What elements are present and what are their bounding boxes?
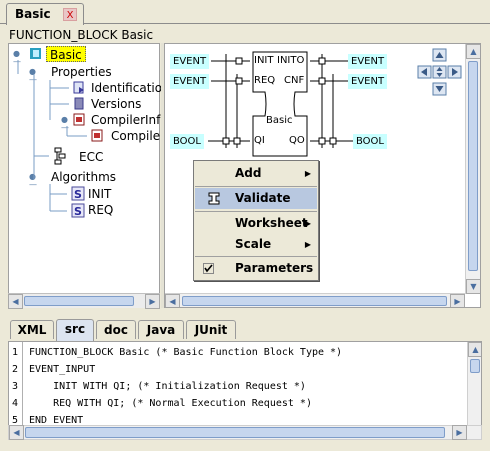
- line-number: 4: [12, 398, 19, 409]
- diagram-scroll-thumb-h[interactable]: [182, 296, 447, 306]
- port-req[interactable]: REQ: [254, 75, 275, 86]
- menu-item-add[interactable]: Add ▶: [195, 163, 317, 184]
- menu-item-worksheet-label: Worksheet: [235, 216, 308, 230]
- scroll-down-icon[interactable]: ▼: [466, 279, 480, 294]
- identification-icon: [73, 81, 84, 94]
- tree-item-ecc[interactable]: ECC: [79, 149, 103, 165]
- menu-item-scale[interactable]: Scale ▶: [195, 234, 317, 255]
- code-scroll-thumb[interactable]: [470, 359, 480, 373]
- tree-scroll-thumb[interactable]: [24, 296, 134, 306]
- scroll-left-icon[interactable]: ◀: [9, 425, 24, 440]
- menu-item-validate[interactable]: Validate: [195, 188, 317, 209]
- line-number: 1: [12, 347, 19, 358]
- menu-separator: [195, 186, 317, 187]
- block-name: Basic: [266, 115, 293, 126]
- tree-item-properties[interactable]: Properties: [51, 64, 112, 80]
- tree-item-algorithms[interactable]: Algorithms: [51, 169, 116, 185]
- tab-xml[interactable]: XML: [10, 320, 54, 339]
- collapse-toggle-icon[interactable]: ●—: [61, 116, 71, 132]
- algorithm-req-icon: S: [71, 203, 85, 218]
- pan-up-icon[interactable]: [433, 50, 446, 62]
- scroll-right-icon[interactable]: ▶: [450, 294, 465, 307]
- tree-item-basic[interactable]: Basic: [46, 46, 86, 62]
- code-line[interactable]: INIT WITH QI; (* Initialization Request …: [29, 381, 306, 392]
- submenu-arrow-icon: ▶: [304, 169, 311, 178]
- port-cnf[interactable]: CNF: [284, 75, 304, 86]
- tab-basic-label: Basic: [15, 7, 51, 21]
- tab-junit[interactable]: JUnit: [186, 320, 236, 339]
- menu-item-parameters[interactable]: Parameters: [195, 258, 317, 279]
- scroll-up-icon[interactable]: ▲: [466, 44, 480, 59]
- code-line[interactable]: REQ WITH QI; (* Normal Execution Request…: [29, 398, 312, 409]
- tree-item-algorithm-init[interactable]: INIT: [88, 186, 111, 202]
- collapse-toggle-icon[interactable]: ●—: [13, 50, 23, 66]
- scroll-left-icon[interactable]: ◀: [8, 294, 23, 309]
- code-vertical-scrollbar[interactable]: ▲: [467, 342, 481, 425]
- source-editor[interactable]: 1 2 3 4 5 FUNCTION_BLOCK Basic (* Basic …: [8, 341, 482, 426]
- tab-src[interactable]: src: [56, 319, 94, 341]
- validate-icon: [208, 192, 220, 205]
- tab-basic[interactable]: Basic X: [6, 3, 84, 25]
- menu-separator: [195, 256, 317, 257]
- menu-item-add-label: Add: [235, 166, 262, 180]
- function-block-title: FUNCTION_BLOCK Basic: [9, 28, 154, 42]
- type-tree: ●— Basic ●— Properties Identification Ve…: [8, 43, 170, 308]
- versions-icon: [74, 97, 84, 110]
- code-line[interactable]: EVENT_INPUT: [29, 364, 95, 375]
- compiler-info-icon: [73, 113, 85, 126]
- code-horizontal-scrollbar[interactable]: ◀ ▶: [8, 425, 482, 440]
- port-inito[interactable]: INITO: [277, 55, 304, 66]
- menu-separator: [195, 211, 317, 212]
- pan-right-icon[interactable]: [448, 67, 461, 79]
- menu-item-parameters-label: Parameters: [235, 261, 314, 275]
- diagram-vertical-scrollbar[interactable]: ▲ ▼: [465, 44, 480, 294]
- diagram-horizontal-scrollbar[interactable]: ◀ ▶: [165, 293, 465, 307]
- line-number: 3: [12, 381, 19, 392]
- scroll-up-icon[interactable]: ▲: [468, 342, 481, 357]
- diagram-scroll-thumb-v[interactable]: [468, 61, 478, 271]
- tree-item-compiler[interactable]: Compiler: [111, 128, 165, 144]
- scroll-right-icon[interactable]: ▶: [145, 294, 160, 309]
- menu-item-scale-label: Scale: [235, 237, 272, 251]
- tree-item-compiler-info[interactable]: CompilerInfo: [91, 112, 168, 128]
- port-qo[interactable]: QO: [289, 135, 305, 146]
- tree-item-identification[interactable]: Identification: [91, 80, 170, 96]
- code-scroll-thumb-h[interactable]: [25, 427, 445, 438]
- algorithm-init-icon: S: [71, 186, 85, 201]
- tab-java[interactable]: Java: [138, 320, 184, 339]
- scroll-right-icon[interactable]: ▶: [452, 425, 467, 440]
- pan-down-icon[interactable]: [433, 84, 446, 96]
- function-block-icon: [30, 48, 41, 59]
- tab-doc[interactable]: doc: [96, 320, 136, 339]
- code-line[interactable]: FUNCTION_BLOCK Basic (* Basic Function B…: [29, 347, 342, 358]
- pan-left-icon[interactable]: [418, 67, 431, 79]
- tree-horizontal-scrollbar[interactable]: ◀ ▶: [8, 293, 160, 309]
- collapse-toggle-icon[interactable]: ●—: [29, 173, 39, 189]
- menu-item-worksheet[interactable]: Worksheet ▶: [195, 213, 317, 234]
- scroll-left-icon[interactable]: ◀: [165, 294, 180, 307]
- svg-text:S: S: [74, 188, 82, 201]
- zoom-fit-icon[interactable]: [433, 67, 446, 79]
- submenu-arrow-icon: ▶: [304, 240, 311, 249]
- tab-close-button[interactable]: X: [63, 8, 77, 21]
- source-view-tabs: XML src doc Java JUnit: [8, 319, 482, 341]
- tree-item-algorithm-req[interactable]: REQ: [88, 202, 113, 218]
- ecc-icon: [54, 147, 66, 165]
- submenu-arrow-icon: ▶: [304, 219, 311, 228]
- checkbox-checked-icon[interactable]: [203, 263, 214, 274]
- compiler-icon: [91, 129, 103, 142]
- context-menu: Add ▶ Validate Worksheet ▶ Scale ▶ Param…: [193, 160, 319, 281]
- line-number-gutter: 1 2 3 4 5: [9, 342, 23, 425]
- svg-text:S: S: [74, 205, 82, 218]
- port-qi[interactable]: QI: [254, 135, 265, 146]
- tree-item-versions[interactable]: Versions: [91, 96, 141, 112]
- menu-item-validate-label: Validate: [235, 191, 291, 205]
- port-init[interactable]: INIT: [254, 55, 274, 66]
- line-number: 2: [12, 364, 19, 375]
- collapse-toggle-icon[interactable]: ●—: [29, 68, 39, 84]
